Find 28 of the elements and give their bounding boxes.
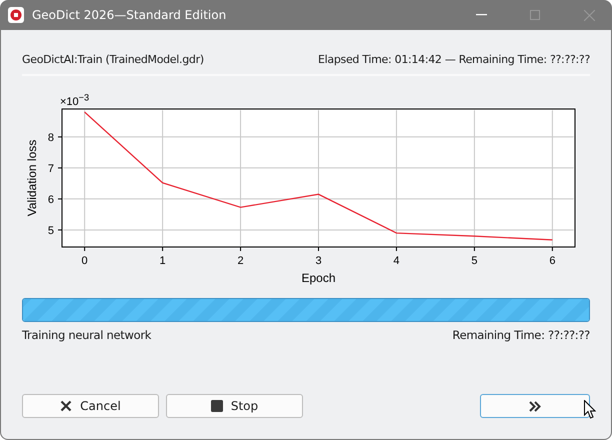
next-button[interactable] xyxy=(480,394,590,418)
app-logo-icon xyxy=(8,7,24,23)
timing-text: Elapsed Time: 01:14:42 — Remaining Time: ??:??:?? xyxy=(318,52,590,66)
x-tick-label: 5 xyxy=(471,255,478,267)
mouse-cursor-icon xyxy=(584,400,596,419)
double-chevron-icon xyxy=(529,400,541,412)
x-tick-label: 4 xyxy=(393,255,400,267)
minimize-icon[interactable] xyxy=(476,14,486,16)
remaining-time: Remaining Time: ??:??:?? xyxy=(452,328,590,342)
x-tick-label: 0 xyxy=(82,255,88,267)
close-icon xyxy=(60,400,72,412)
x-tick-label: 1 xyxy=(160,255,166,267)
x-axis-label: Epoch xyxy=(301,271,336,285)
x-tick-label: 2 xyxy=(237,255,244,267)
y-tick-label: 8 xyxy=(48,132,54,144)
cancel-button[interactable]: Cancel xyxy=(22,394,159,418)
y-tick-label: 7 xyxy=(48,162,54,175)
status-text: Training neural network xyxy=(22,328,152,342)
x-tick-label: 3 xyxy=(315,255,322,267)
y-axis-label: Validation loss xyxy=(25,140,39,216)
y-tick-label: 5 xyxy=(48,224,54,237)
window-title: GeoDict 2026—Standard Edition xyxy=(32,8,228,22)
y-tick-label: 6 xyxy=(48,194,54,206)
x-tick-label: 6 xyxy=(549,255,556,267)
stop-icon xyxy=(210,400,223,412)
task-name: GeoDictAI:Train (TrainedModel.gdr) xyxy=(22,52,204,66)
stop-button[interactable]: Stop xyxy=(166,394,303,418)
axis-multiplier: ×10$^{−3}$ xyxy=(60,96,90,108)
